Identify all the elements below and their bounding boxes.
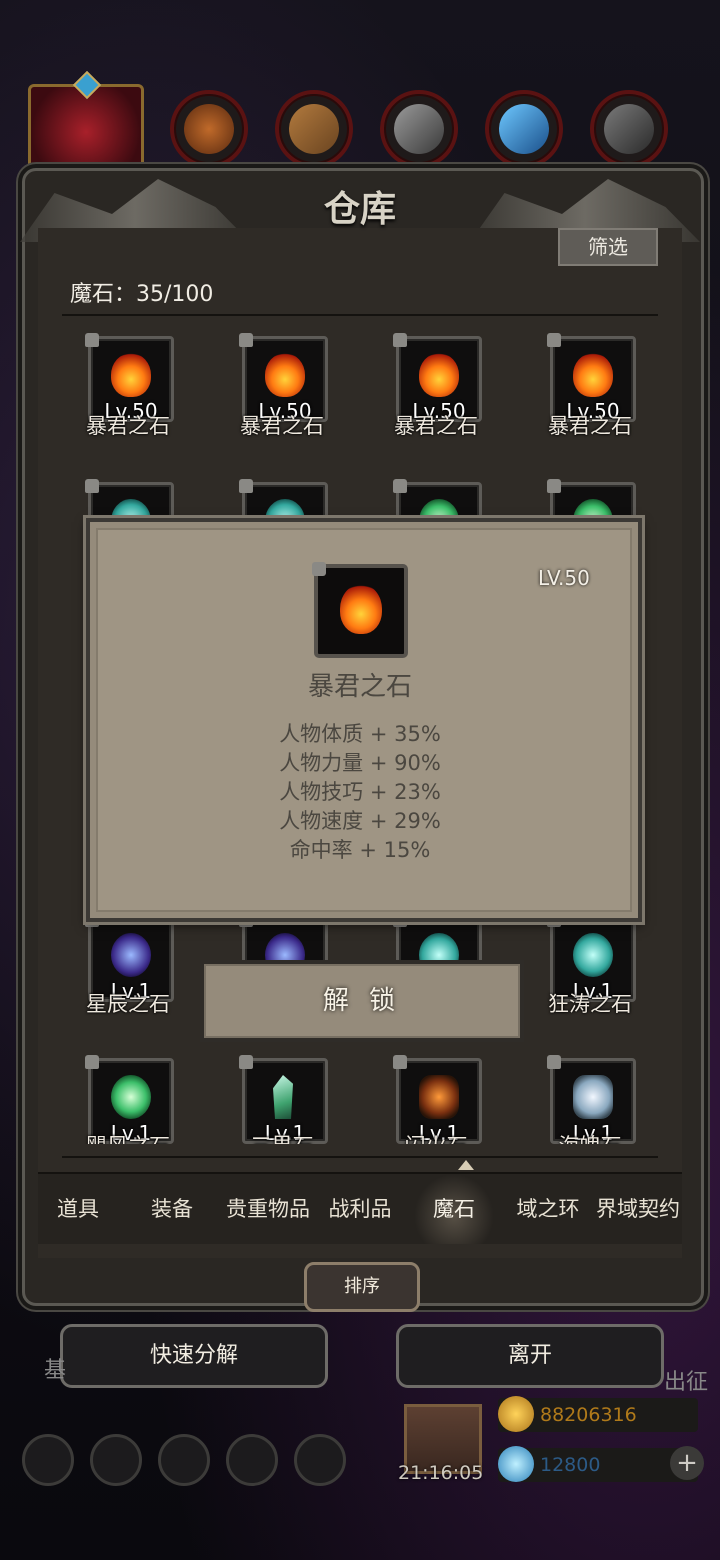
meat-resource-icon[interactable] (170, 90, 248, 168)
lock-icon (547, 479, 561, 493)
gold-counter: 88206316 (498, 1396, 698, 1432)
item-name: 暴君之石 (240, 414, 324, 438)
stat-line: 人物技巧 + 23% (279, 780, 441, 804)
fire-stone-icon (265, 353, 305, 397)
lock-icon (393, 333, 407, 347)
gold-coin-icon (498, 1396, 534, 1432)
gem-counter: 12800 (498, 1446, 698, 1482)
gift-timer: 21:16:05 (398, 1462, 484, 1484)
fire-stone-icon (573, 353, 613, 397)
chat-icon[interactable] (294, 1434, 346, 1486)
iron-resource-icon[interactable] (380, 90, 458, 168)
achievement-icon[interactable] (90, 1434, 142, 1486)
tab-loot[interactable]: 战利品 (322, 1174, 398, 1244)
stat-line: 人物速度 + 29% (279, 809, 441, 833)
lock-icon (239, 1055, 253, 1069)
lock-icon (312, 562, 326, 576)
popup-item-icon (312, 562, 408, 658)
flash-fire-stone-icon (419, 1075, 459, 1119)
guild-icon[interactable] (158, 1434, 210, 1486)
divider (62, 314, 658, 316)
wood-resource-icon[interactable] (275, 90, 353, 168)
mail-icon[interactable] (226, 1434, 278, 1486)
category-tabs: 道具 装备 贵重物品 战利品 魔石 域之环 界域契约 (38, 1172, 682, 1244)
fire-stone-icon (419, 353, 459, 397)
popup-item-name: 暴君之石 (307, 672, 412, 702)
star-stone-icon (111, 933, 151, 977)
lock-icon (85, 333, 99, 347)
item-name: 飓风之石 (63, 1130, 193, 1144)
tab-realm-contracts[interactable]: 界域契约 (594, 1174, 682, 1244)
leave-button[interactable]: 离开 (396, 1324, 664, 1388)
lock-icon (85, 1055, 99, 1069)
capacity-count: 魔石：35/100 (70, 282, 214, 307)
item-name: 暴君之石 (548, 414, 632, 438)
tab-valuables[interactable]: 贵重物品 (218, 1174, 318, 1244)
gem-icon (498, 1446, 534, 1482)
item-name: 海魄石 (525, 1130, 655, 1144)
item-name: 星辰之石 (86, 992, 170, 1016)
expedition-label[interactable]: 出征 (664, 1364, 708, 1396)
sort-button[interactable]: 排序 (304, 1262, 420, 1312)
tab-magic-stones[interactable]: 魔石 (414, 1174, 494, 1244)
gold-value: 88206316 (540, 1404, 637, 1426)
filter-button[interactable]: 筛选 (558, 228, 658, 266)
active-tab-marker (458, 1160, 474, 1170)
page-title: 仓库 (323, 188, 396, 230)
gem-value: 12800 (540, 1454, 601, 1476)
settings-gear-icon[interactable] (22, 1434, 74, 1486)
add-currency-button[interactable]: + (670, 1446, 704, 1480)
lock-icon (239, 479, 253, 493)
lock-icon (393, 479, 407, 493)
item-name: 三界石 (217, 1130, 347, 1144)
tri-realm-stone-icon (273, 1075, 293, 1119)
divider (62, 1156, 658, 1158)
lock-icon (239, 333, 253, 347)
item-name: 狂涛之石 (548, 992, 632, 1016)
popup-level: LV.50 (538, 566, 590, 590)
wind-stone-icon (111, 1075, 151, 1119)
tab-items[interactable]: 道具 (38, 1174, 118, 1244)
stat-line: 命中率 + 15% (289, 838, 431, 862)
unlock-button[interactable]: 解 锁 (200, 960, 524, 1042)
side-label-left: 基 (44, 1358, 67, 1383)
sea-soul-stone-icon (573, 1075, 613, 1119)
stat-line: 人物力量 + 90% (279, 751, 441, 775)
stat-line: 人物体质 + 35% (279, 722, 441, 746)
tab-realm-rings[interactable]: 域之环 (506, 1174, 590, 1244)
lock-icon (393, 1055, 407, 1069)
item-name: 闪火石 (371, 1130, 501, 1144)
tab-equipment[interactable]: 装备 (132, 1174, 212, 1244)
item-name: 暴君之石 (86, 414, 170, 438)
crystal-resource-icon[interactable] (485, 90, 563, 168)
fire-stone-icon (111, 353, 151, 397)
lock-icon (547, 333, 561, 347)
quick-decompose-button[interactable]: 快速分解 (60, 1324, 328, 1388)
lock-icon (547, 1055, 561, 1069)
stone-resource-icon[interactable] (590, 90, 668, 168)
item-name: 暴君之石 (394, 414, 478, 438)
wave-stone-icon (573, 933, 613, 977)
fire-stone-icon (340, 584, 382, 634)
lock-icon (85, 479, 99, 493)
